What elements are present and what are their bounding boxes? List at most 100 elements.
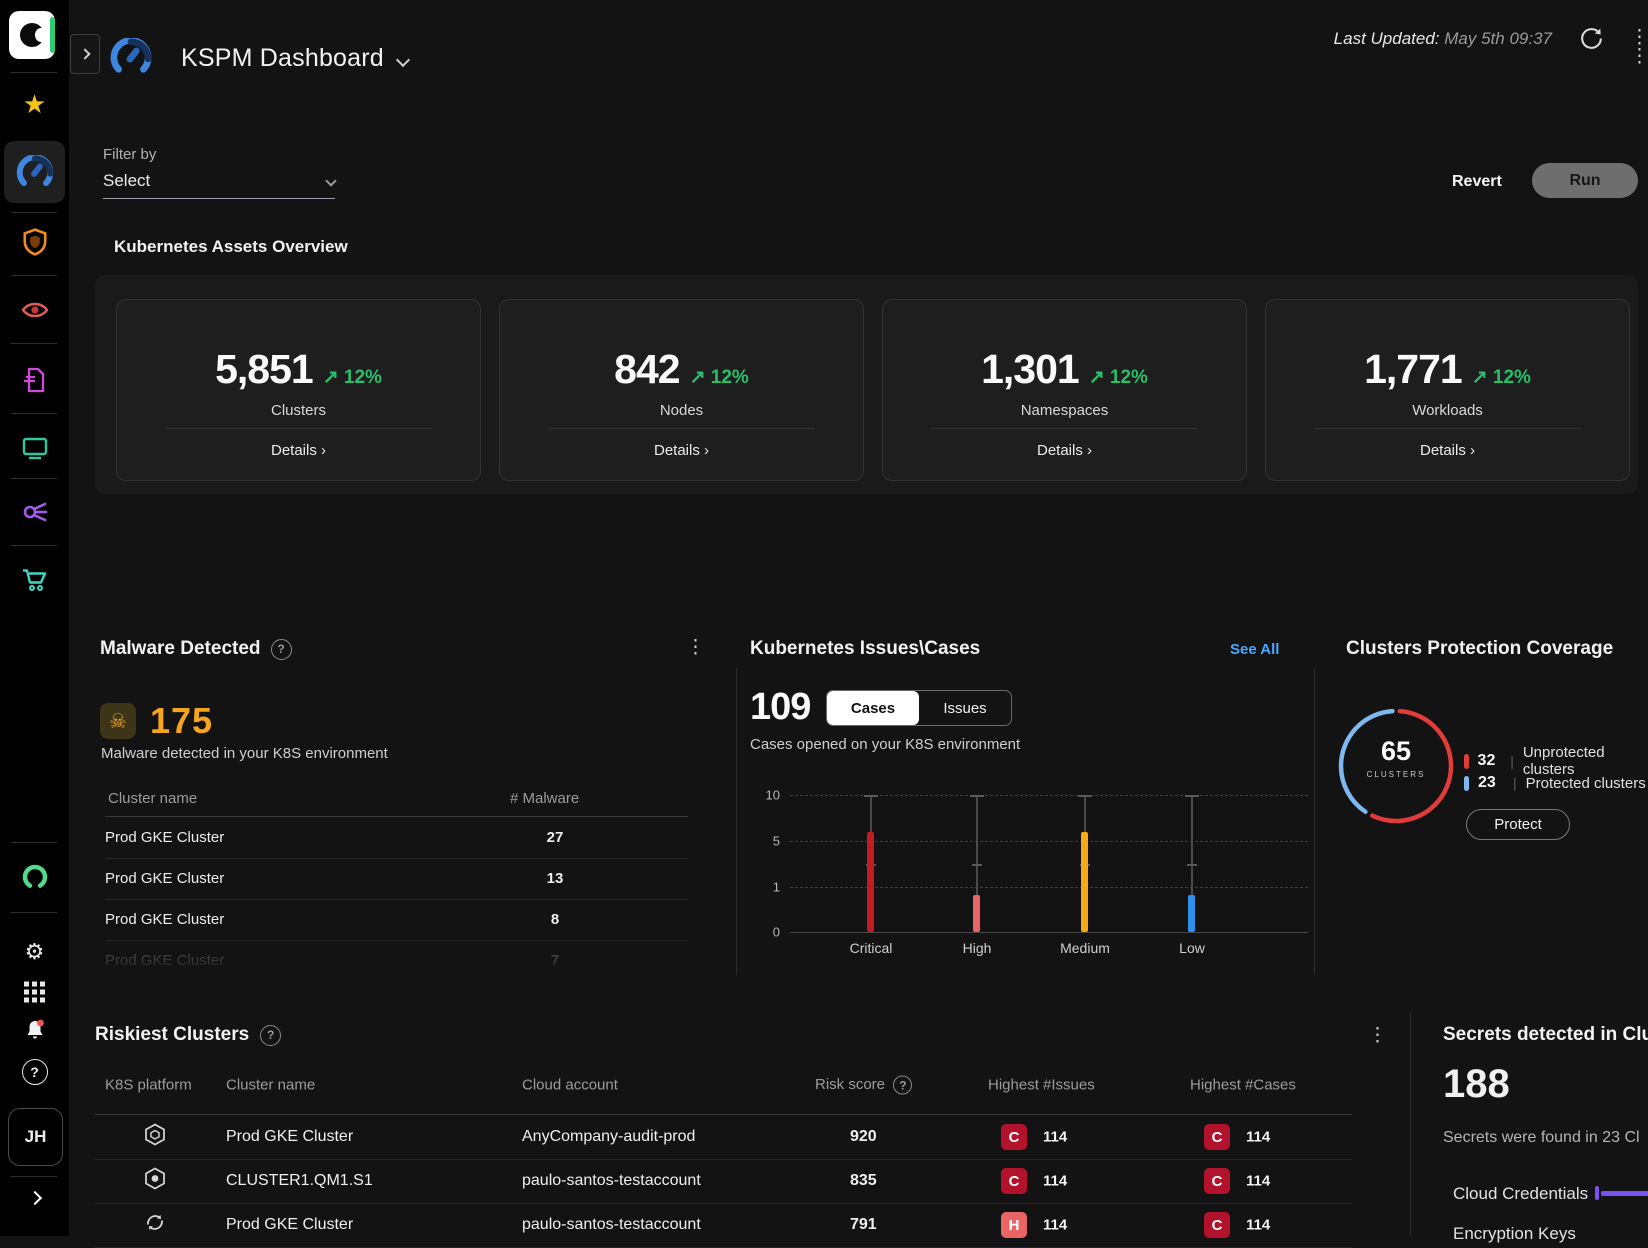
riskiest-kebab-menu-icon[interactable]: ⋮ — [1368, 1026, 1387, 1045]
dashboard-gauge-icon — [110, 38, 152, 81]
eye-icon[interactable] — [0, 300, 69, 320]
malware-table-row[interactable]: Prod GKE Cluster 7 — [105, 940, 688, 981]
severity-badge: C — [1204, 1168, 1230, 1194]
details-link[interactable]: Details › — [883, 442, 1246, 459]
secret-item-cloud-credentials[interactable]: Cloud Credentials — [1453, 1184, 1588, 1204]
cases-chart: 10 5 1 0 Critical High Medium Low — [748, 780, 1308, 980]
cases-count: 109 — [750, 686, 810, 729]
malware-subtitle: Malware detected in your K8S environment — [101, 745, 388, 762]
malware-table-row[interactable]: Prod GKE Cluster 8 — [105, 899, 688, 941]
col-highest-cases: Highest #Cases — [1190, 1077, 1296, 1094]
malware-count: 175 — [150, 700, 213, 742]
col-k8s-platform: K8S platform — [105, 1077, 192, 1094]
legend-unprotected: 32 | Unprotected clusters — [1464, 744, 1648, 778]
malware-panel-header: Malware Detected ? — [100, 638, 292, 660]
secrets-bar-cap — [1595, 1186, 1599, 1200]
issues-cases-title: Kubernetes Issues\Cases — [750, 638, 980, 660]
gear-icon[interactable]: ⚙ — [0, 941, 69, 963]
riskiest-table-row[interactable]: Prod GKE Cluster AnyCompany-audit-prod 9… — [95, 1115, 1352, 1160]
filter-select[interactable]: Select — [103, 171, 335, 199]
details-link[interactable]: Details › — [117, 442, 480, 459]
secrets-subtitle: Secrets were found in 23 Cl — [1443, 1129, 1640, 1147]
col-cluster-name: Cluster name — [226, 1077, 315, 1094]
malware-col-cluster: Cluster name — [108, 790, 197, 807]
secrets-title: Secrets detected in Clu — [1443, 1024, 1648, 1046]
collapse-panel-button[interactable] — [70, 34, 100, 74]
skull-icon: ☠ — [100, 703, 136, 739]
see-all-link[interactable]: See All — [1230, 641, 1279, 658]
severity-badge: C — [1001, 1168, 1027, 1194]
sidebar-expand-chevron-icon[interactable] — [0, 1193, 69, 1203]
details-link[interactable]: Details › — [1266, 442, 1629, 459]
col-cloud-account: Cloud account — [522, 1077, 618, 1094]
tab-cases[interactable]: Cases — [827, 691, 919, 725]
riskiest-panel-header: Riskiest Clusters ? — [95, 1024, 281, 1046]
stat-card-nodes: 842 ↗ 12% Nodes Details › — [499, 299, 864, 481]
secret-item-encryption-keys[interactable]: Encryption Keys — [1453, 1224, 1576, 1244]
last-updated: Last Updated: May 5th 09:37 — [1190, 29, 1552, 49]
title-dropdown-chevron-icon[interactable] — [398, 52, 408, 70]
kspm-gauge-icon[interactable] — [0, 155, 69, 189]
avatar[interactable]: JH — [8, 1108, 63, 1166]
favorites-star-icon[interactable]: ★ — [0, 91, 69, 117]
malware-col-count: # Malware — [510, 790, 579, 807]
col-risk-score: Risk score ? — [815, 1076, 912, 1095]
select-chevron-icon — [325, 175, 336, 186]
apps-grid-icon[interactable] — [0, 982, 69, 1003]
revert-button[interactable]: Revert — [1452, 173, 1502, 191]
col-highest-issues: Highest #Issues — [988, 1077, 1095, 1094]
riskiest-table-row[interactable]: Prod GKE Cluster paulo-santos-testaccoun… — [95, 1203, 1352, 1248]
refresh-icon[interactable] — [1578, 25, 1605, 57]
kubernetes-icon — [143, 1167, 167, 1196]
run-button[interactable]: Run — [1532, 163, 1638, 198]
chart-subtitle: Cases opened on your K8S environment — [750, 736, 1020, 753]
help-icon[interactable]: ? — [0, 1059, 69, 1085]
cases-issues-toggle: Cases Issues — [826, 690, 1012, 726]
graph-icon[interactable] — [0, 500, 69, 524]
assets-overview-title: Kubernetes Assets Overview — [114, 237, 348, 257]
malware-kebab-menu-icon[interactable]: ⋮ — [686, 638, 705, 657]
riskiest-table-row[interactable]: CLUSTER1.QM1.S1 paulo-santos-testaccount… — [95, 1159, 1352, 1204]
document-icon[interactable] — [0, 367, 69, 393]
help-icon[interactable]: ? — [260, 1025, 281, 1046]
delta-up-icon: ↗ 12% — [1089, 366, 1148, 389]
delta-up-icon: ↗ 12% — [323, 366, 382, 389]
severity-badge: C — [1204, 1212, 1230, 1238]
app-logo[interactable] — [9, 11, 55, 59]
ring-icon[interactable] — [0, 863, 69, 891]
bell-icon[interactable] — [0, 1018, 69, 1042]
assets-cards-container: 5,851 ↗ 12% Clusters Details › 842 ↗ 12%… — [95, 275, 1638, 494]
severity-badge: C — [1204, 1124, 1230, 1150]
bar-medium — [1081, 832, 1088, 932]
stat-card-clusters: 5,851 ↗ 12% Clusters Details › — [116, 299, 481, 481]
delta-up-icon: ↗ 12% — [690, 366, 749, 389]
filter-label: Filter by — [103, 146, 156, 163]
riskiest-title: Riskiest Clusters — [95, 1024, 249, 1046]
malware-table-row[interactable]: Prod GKE Cluster 13 — [105, 858, 688, 900]
sidebar: ★ — [0, 0, 69, 1236]
header-kebab-menu-icon[interactable]: ⋮⋮ — [1630, 28, 1648, 66]
tab-issues[interactable]: Issues — [919, 691, 1011, 725]
legend-protected: 23 | Protected clusters — [1464, 774, 1646, 792]
secrets-count: 188 — [1443, 1062, 1510, 1107]
malware-table-row[interactable]: Prod GKE Cluster 27 — [105, 817, 688, 859]
bar-critical — [867, 832, 874, 932]
openshift-icon — [143, 1211, 167, 1240]
cart-icon[interactable] — [0, 568, 69, 593]
help-icon[interactable]: ? — [271, 639, 292, 660]
severity-badge: C — [1001, 1124, 1027, 1150]
severity-badge: H — [1001, 1212, 1027, 1238]
stat-card-workloads: 1,771 ↗ 12% Workloads Details › — [1265, 299, 1630, 481]
secrets-bar — [1601, 1191, 1648, 1196]
bar-high — [973, 895, 980, 932]
shield-icon[interactable] — [0, 228, 69, 256]
details-link[interactable]: Details › — [500, 442, 863, 459]
help-icon[interactable]: ? — [893, 1076, 912, 1095]
stat-card-namespaces: 1,301 ↗ 12% Namespaces Details › — [882, 299, 1247, 481]
monitor-icon[interactable] — [0, 436, 69, 460]
coverage-title: Clusters Protection Coverage — [1346, 638, 1613, 660]
page-title: KSPM Dashboard — [181, 44, 384, 73]
legend-swatch — [1464, 754, 1469, 769]
malware-title: Malware Detected — [100, 638, 261, 660]
protect-button[interactable]: Protect — [1466, 809, 1570, 840]
